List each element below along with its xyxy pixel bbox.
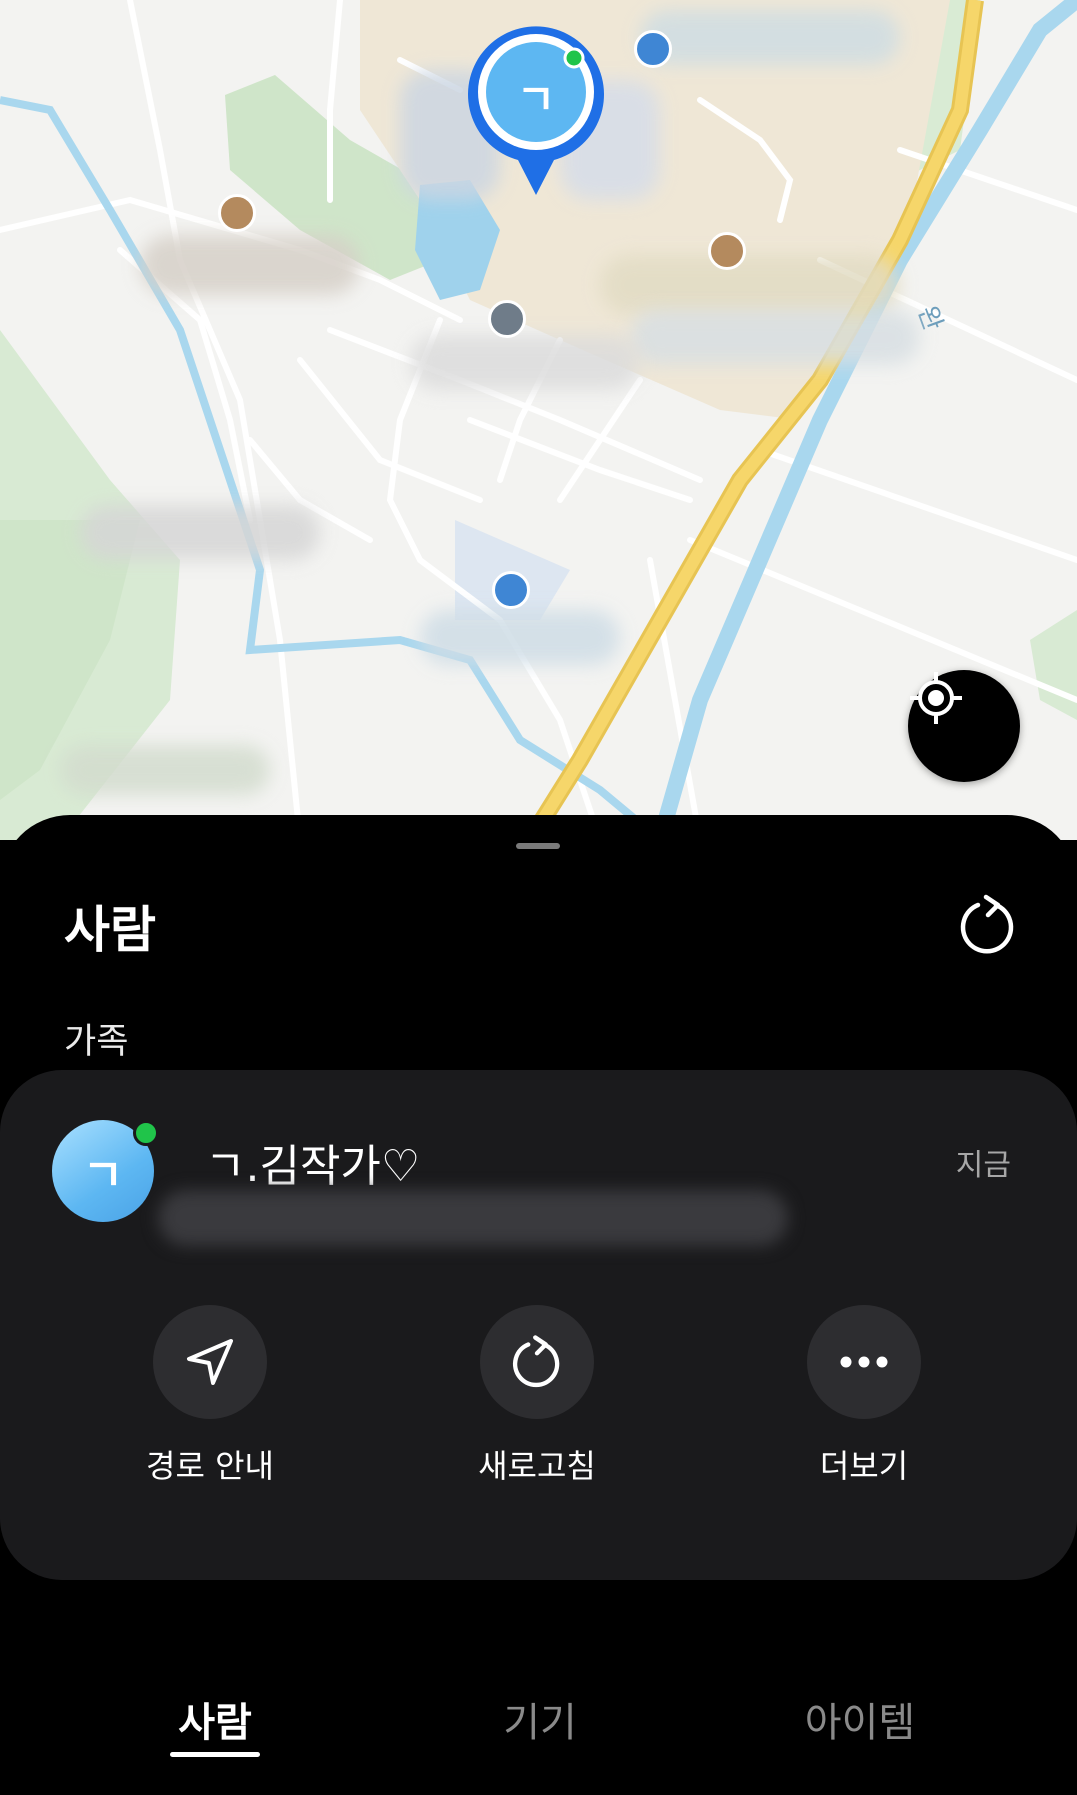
church-poi-icon[interactable] — [492, 571, 530, 609]
map-label-blurred — [60, 745, 270, 795]
more-label: 더보기 — [819, 1447, 909, 1485]
poi-icon[interactable] — [634, 30, 672, 68]
tab-devices[interactable]: 기기 — [490, 1690, 590, 1748]
online-status-dot — [133, 1120, 159, 1146]
navigate-action[interactable]: 경로 안내 — [90, 1305, 330, 1487]
map-label-blurred — [630, 310, 920, 365]
navigate-button[interactable] — [153, 1305, 267, 1419]
navigate-label: 경로 안내 — [146, 1447, 274, 1485]
more-dots-icon — [840, 1356, 888, 1368]
last-update-time: 지금 — [955, 1148, 1011, 1183]
map-view[interactable]: 완 ㄱ — [0, 0, 1077, 840]
refresh-location-button[interactable] — [480, 1305, 594, 1419]
refresh-button[interactable] — [956, 893, 1020, 957]
map-label-blurred — [640, 10, 900, 65]
book-poi-icon[interactable] — [488, 300, 526, 338]
group-label: 가족 — [64, 1022, 129, 1062]
refresh-label: 새로고침 — [478, 1447, 596, 1485]
pin-initial: ㄱ — [516, 75, 556, 124]
tab-people[interactable]: 사람 — [170, 1690, 260, 1757]
map-label-blurred — [80, 505, 320, 560]
more-action[interactable]: 더보기 — [744, 1305, 984, 1487]
crosshair-icon — [910, 672, 962, 724]
tab-people-label: 사람 — [178, 1700, 252, 1746]
refresh-icon — [960, 894, 1014, 954]
map-label-blurred — [420, 610, 620, 665]
map-label-blurred — [600, 255, 900, 315]
avatar-initial: ㄱ — [82, 1150, 124, 1201]
map-label-blurred — [410, 335, 640, 390]
sheet-drag-handle[interactable] — [516, 843, 560, 849]
navigation-arrow-icon — [187, 1339, 233, 1385]
building-poi-icon[interactable] — [218, 194, 256, 232]
people-bottom-sheet: 사람 가족 ㄱ ㄱ.김작가♡ 지금 경로 안내 새로고침 더보기 — [0, 815, 1077, 1795]
person-address-blurred — [158, 1190, 788, 1246]
map-park-area — [1030, 610, 1077, 720]
my-location-button[interactable] — [908, 670, 1020, 782]
more-button[interactable] — [807, 1305, 921, 1419]
building-poi-icon[interactable] — [708, 232, 746, 270]
bottom-tab-bar: 사람 기기 아이템 — [0, 1690, 1077, 1770]
person-location-pin[interactable]: ㄱ — [466, 20, 606, 200]
refresh-icon — [512, 1335, 560, 1388]
active-tab-indicator — [170, 1752, 260, 1757]
refresh-action[interactable]: 새로고침 — [417, 1305, 657, 1487]
tab-items-label: 아이템 — [804, 1700, 916, 1746]
map-label-blurred — [140, 235, 360, 295]
tab-items[interactable]: 아이템 — [790, 1690, 930, 1748]
person-card[interactable]: ㄱ ㄱ.김작가♡ 지금 경로 안내 새로고침 더보기 — [0, 1070, 1077, 1580]
sheet-title: 사람 — [64, 901, 156, 959]
person-name: ㄱ.김작가♡ — [205, 1141, 421, 1192]
tab-devices-label: 기기 — [503, 1700, 577, 1746]
